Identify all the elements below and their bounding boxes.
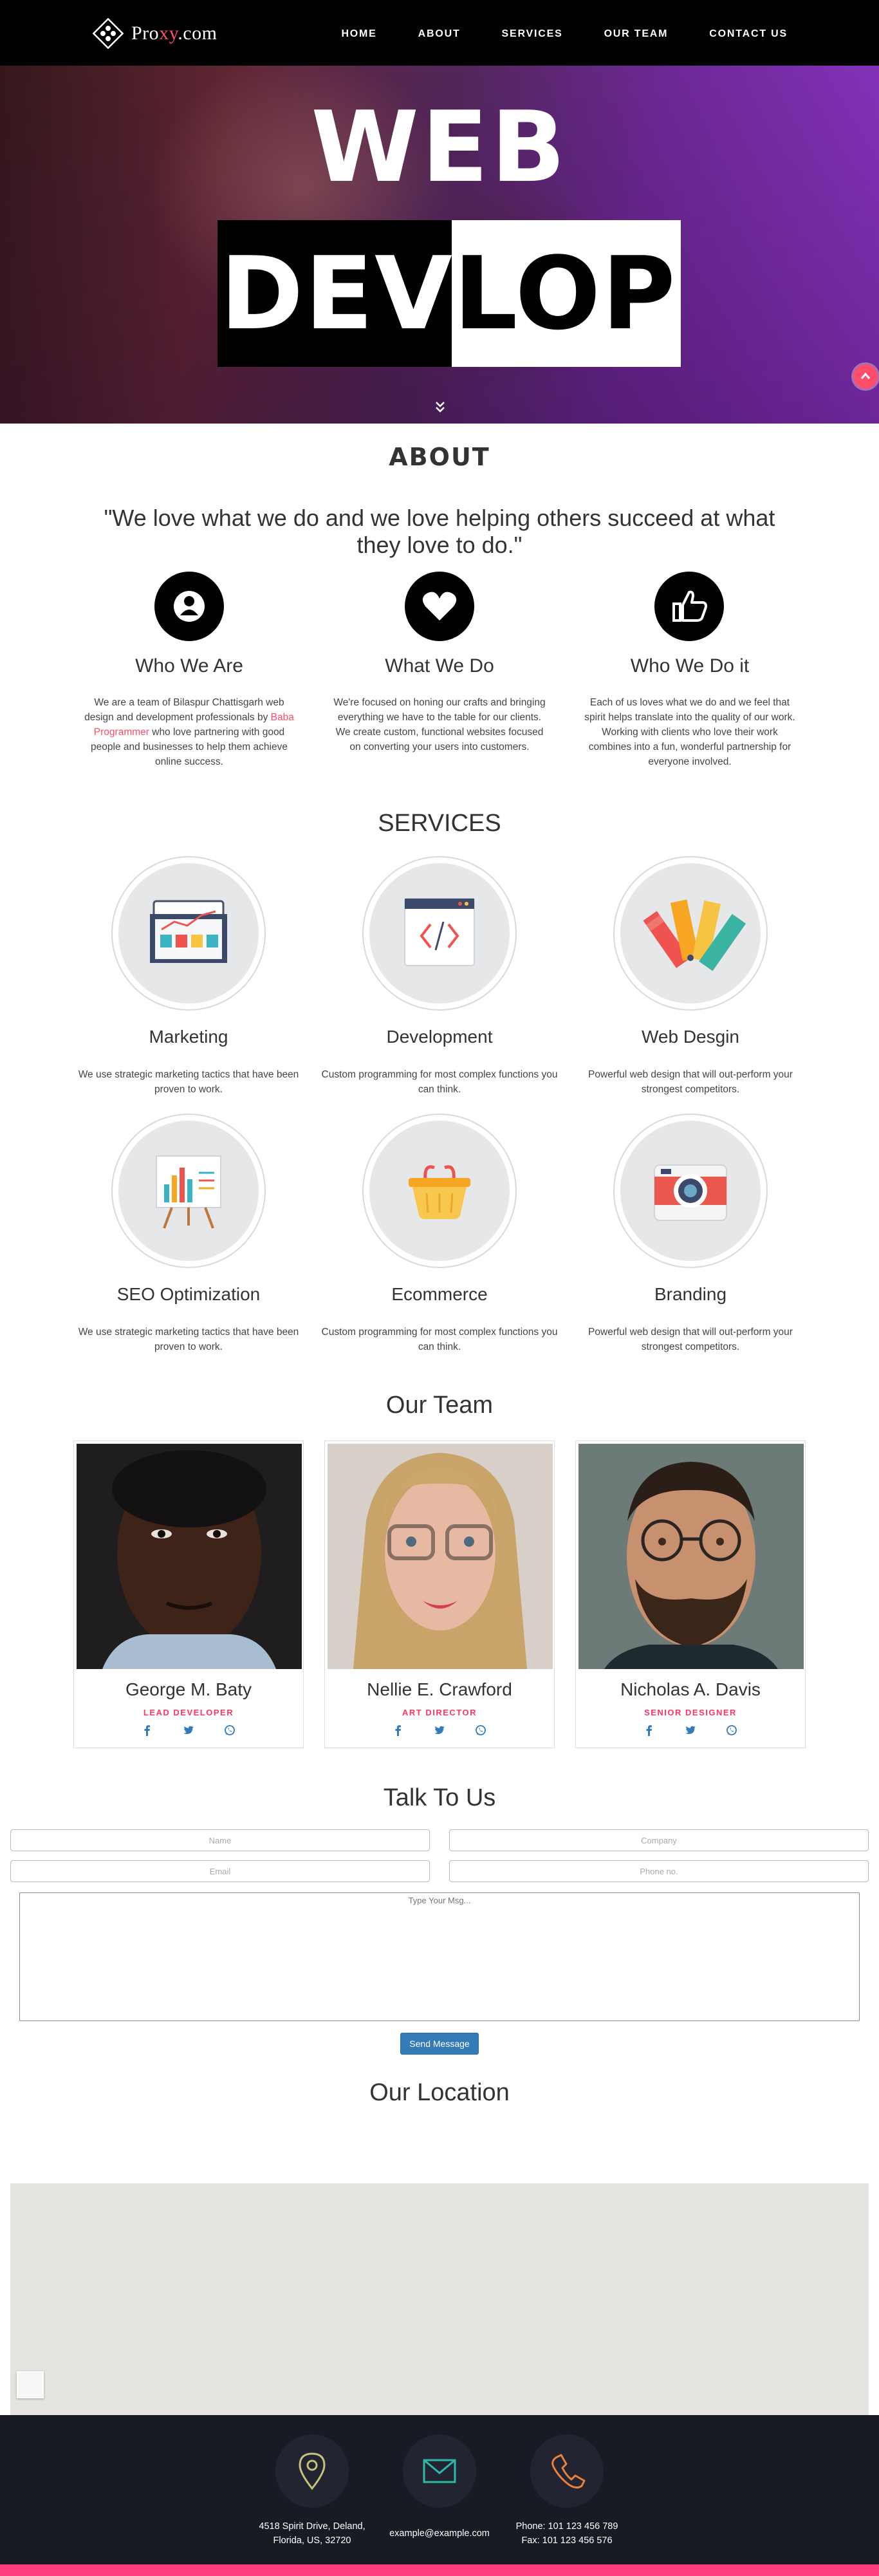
team-member-role: LEAD DEVELOPER [143,1708,234,1717]
service-title-marketing: Marketing [149,1027,228,1047]
service-text-ecommerce: Custom programming for most complex func… [321,1327,558,1352]
location-section-title: Our Location [369,2079,510,2106]
team-member-name: Nellie E. Crawford [367,1679,512,1699]
camera-icon [613,1114,768,1268]
service-text-marketing: We use strategic marketing tactics that … [78,1069,299,1095]
service-title-web-design: Web Desgin [641,1027,739,1047]
chevron-up-icon [860,372,871,379]
logo-text: Proxy.com [131,23,217,44]
hero-heading-devlop: DEVLOP [220,235,677,352]
map-pin-icon [275,2434,349,2508]
send-message-button[interactable]: Send Message [400,2033,479,2055]
logo[interactable]: Proxy.com [90,15,217,51]
contact-section-title: Talk To Us [383,1784,496,1811]
team-member-photo [328,1444,553,1669]
facebook-icon[interactable] [643,1724,655,1736]
feature-text-what-we-do: We're focused on honing our crafts and b… [333,697,546,752]
service-title-ecommerce: Ecommerce [391,1284,488,1304]
about-section-title: ABOUT [389,443,490,471]
twitter-icon[interactable] [183,1724,194,1736]
team-member-photo [77,1444,302,1669]
team-section-title: Our Team [385,1392,494,1419]
footer-accent-bar [0,2564,879,2576]
team-member-name: Nicholas A. Davis [620,1679,761,1699]
nav-link-our-team[interactable]: OUR TEAM [604,28,669,40]
team-member-photo [578,1444,804,1669]
thumbs-up-icon [654,572,724,641]
hero-heading-web: WEB [311,90,568,204]
code-window-icon [362,856,517,1011]
whatsapp-icon[interactable] [475,1724,486,1736]
hero-banner: WEB DEVLOP [0,66,879,424]
map-control-button[interactable] [17,2371,44,2398]
email-input[interactable] [10,1860,430,1882]
services-section-title: SERVICES [378,810,501,837]
message-textarea[interactable] [19,1892,860,2021]
about-quote: "We love what we do and we love helping … [104,505,775,558]
main-menu: HOME ABOUT SERVICES OUR TEAM CONTACT US [341,28,788,40]
team-member-role: ART DIRECTOR [402,1708,477,1717]
facebook-icon[interactable] [142,1724,153,1736]
service-text-web-design: Powerful web design that will out-perfor… [588,1069,793,1095]
service-text-seo: We use strategic marketing tactics that … [78,1327,299,1352]
facebook-icon[interactable] [393,1724,404,1736]
service-text-branding: Powerful web design that will out-perfor… [588,1327,793,1352]
twitter-icon[interactable] [434,1724,445,1736]
service-text-development: Custom programming for most complex func… [321,1069,558,1095]
phone-input[interactable] [449,1860,869,1882]
team-card: George M. Baty LEAD DEVELOPER [73,1441,304,1748]
map-embed[interactable] [10,2183,869,2415]
presentation-chart-icon [111,1114,266,1268]
team-member-role: SENIOR DESIGNER [644,1708,737,1717]
service-title-seo: SEO Optimization [116,1284,261,1304]
feature-title-who-we-do-it: Who We Do it [630,655,750,677]
service-title-development: Development [386,1027,493,1047]
feature-title-who-we-are: Who We Are [135,655,243,677]
twitter-icon[interactable] [685,1724,696,1736]
service-title-branding: Branding [654,1284,727,1304]
social-links [325,1724,554,1736]
whatsapp-icon[interactable] [726,1724,737,1736]
feature-title-what-we-do: What We Do [385,655,494,677]
logo-diamond-icon [90,15,126,51]
heart-icon [405,572,474,641]
social-links [74,1724,303,1736]
feature-text-who-we-do-it: Each of us loves what we do and we feel … [584,697,795,767]
team-card: Nellie E. Crawford ART DIRECTOR [324,1441,555,1748]
footer: 4518 Spirit Drive, Deland, Florida, US, … [0,2415,879,2564]
company-input[interactable] [449,1829,869,1851]
team-member-name: George M. Baty [125,1679,252,1699]
scroll-down-icon[interactable] [435,400,445,415]
shopping-basket-icon [362,1114,517,1268]
social-links [576,1724,805,1736]
scroll-to-top-button[interactable] [853,364,878,389]
marketing-icon [111,856,266,1011]
user-icon [154,572,224,641]
nav-link-home[interactable]: HOME [341,28,376,40]
top-navbar: Proxy.com HOME ABOUT SERVICES OUR TEAM C… [0,0,879,66]
envelope-icon [403,2434,476,2508]
feature-text-who-we-are: We are a team of Bilaspur Chattisgarh we… [84,697,294,767]
nav-link-services[interactable]: SERVICES [502,28,563,40]
nav-link-about[interactable]: ABOUT [418,28,461,40]
footer-phone: Phone: 101 123 456 789 Fax: 101 123 456 … [515,2521,618,2546]
team-card: Nicholas A. Davis SENIOR DESIGNER [575,1441,806,1748]
nav-link-contact-us[interactable]: CONTACT US [709,28,788,40]
whatsapp-icon[interactable] [224,1724,236,1736]
name-input[interactable] [10,1829,430,1851]
phone-icon [530,2434,604,2508]
color-palette-icon [613,856,768,1011]
